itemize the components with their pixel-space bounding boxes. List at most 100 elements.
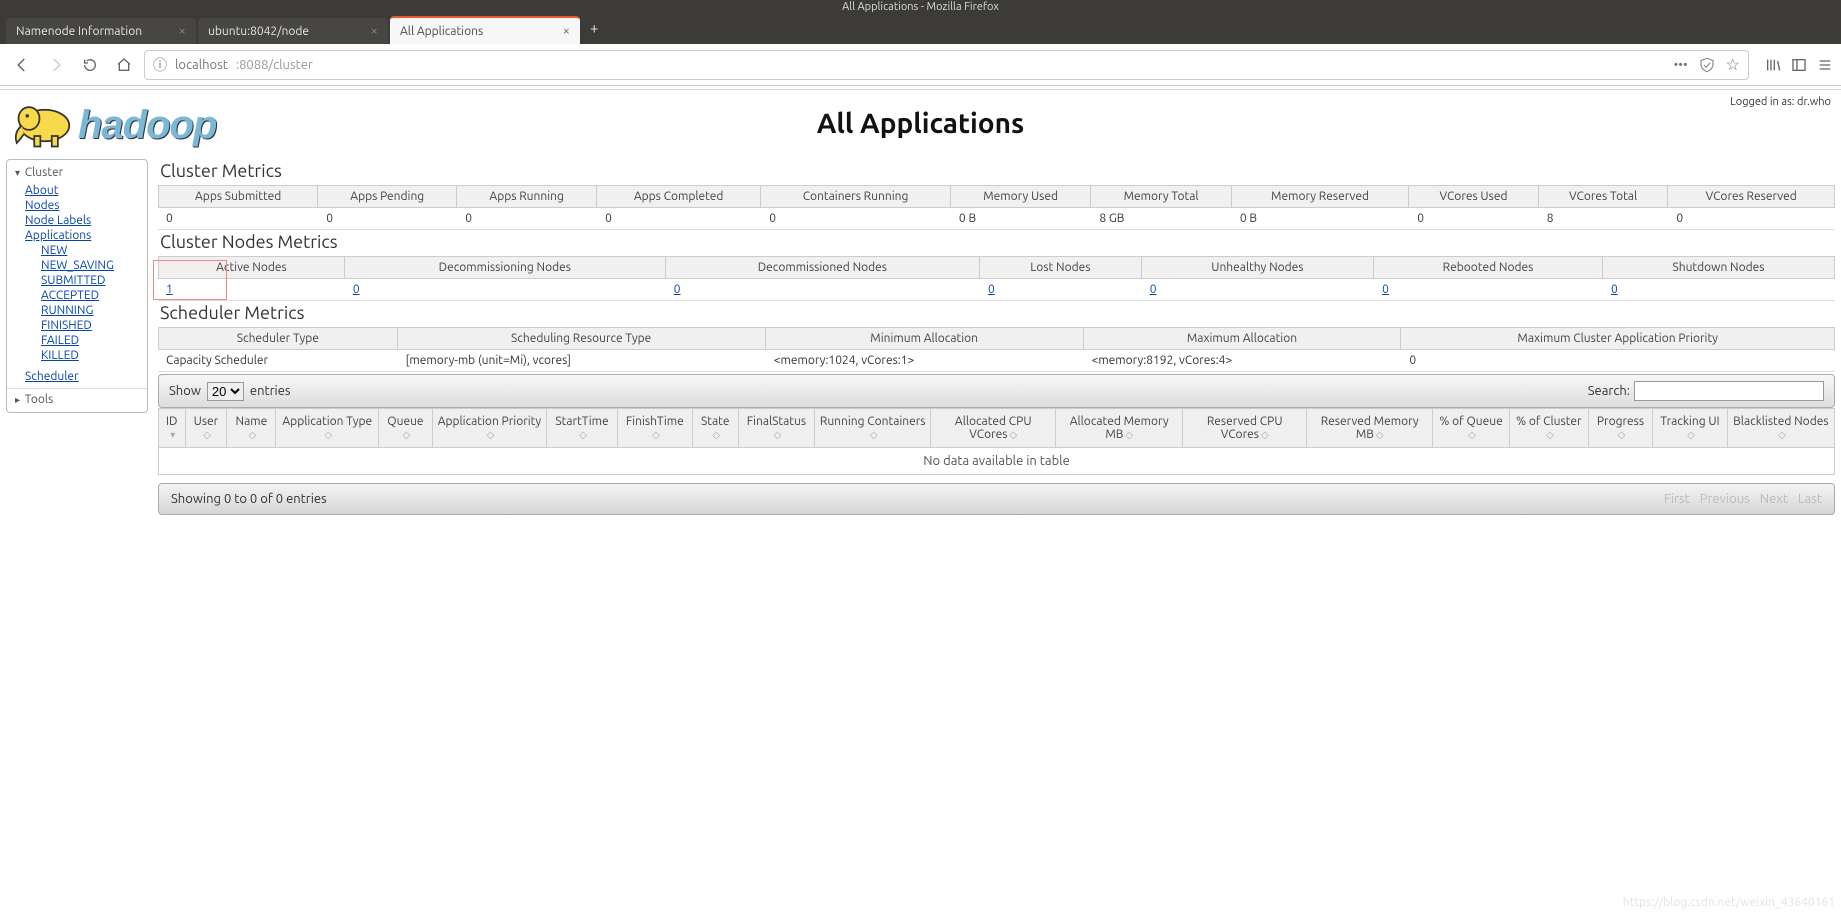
sort-icon: ◇ xyxy=(1618,431,1626,439)
close-icon[interactable]: × xyxy=(563,24,570,38)
site-info-icon[interactable]: ⓘ xyxy=(153,55,167,75)
sort-icon: ◇ xyxy=(1546,431,1554,439)
main-content: Cluster Metrics Apps Submitted Apps Pend… xyxy=(158,159,1835,515)
col-finishtime[interactable]: FinishTime◇ xyxy=(617,409,692,448)
home-icon xyxy=(116,57,132,73)
sidebar-state-submitted[interactable]: SUBMITTED xyxy=(41,273,147,288)
sidebar-link-nodes[interactable]: Nodes xyxy=(25,198,147,213)
col-state[interactable]: State◇ xyxy=(692,409,738,448)
col-app-type[interactable]: Application Type◇ xyxy=(276,409,379,448)
page-length-select[interactable]: 20 xyxy=(207,382,244,401)
library-icon[interactable] xyxy=(1765,57,1781,73)
pager-next[interactable]: Next xyxy=(1760,492,1788,506)
browser-tab-namenode[interactable]: Namenode Information × xyxy=(6,18,196,44)
sidebar-state-running[interactable]: RUNNING xyxy=(41,303,147,318)
window-title: All Applications - Mozilla Firefox xyxy=(842,1,999,13)
col-blacklisted[interactable]: Blacklisted Nodes◇ xyxy=(1727,409,1834,448)
browser-tab-nodemanager[interactable]: ubuntu:8042/node × xyxy=(198,18,388,44)
col-header: Apps Running xyxy=(457,185,597,208)
table-info: Showing 0 to 0 of 0 entries xyxy=(171,492,327,506)
col-running-containers[interactable]: Running Containers◇ xyxy=(815,409,931,448)
cluster-metrics-table: Apps Submitted Apps Pending Apps Running… xyxy=(158,185,1835,230)
pager-last[interactable]: Last xyxy=(1798,492,1822,506)
col-header: Active Nodes xyxy=(158,256,345,279)
forward-button[interactable] xyxy=(42,51,70,79)
lost-nodes-link[interactable]: 0 xyxy=(988,283,995,296)
sidebar-section-label: Tools xyxy=(25,393,54,406)
active-nodes-link[interactable]: 1 xyxy=(166,283,173,296)
col-name[interactable]: Name◇ xyxy=(227,409,276,448)
bookmark-star-icon[interactable]: ☆ xyxy=(1726,55,1740,74)
shield-check-icon[interactable] xyxy=(1698,56,1716,74)
cell: Capacity Scheduler xyxy=(158,350,398,372)
sidebar-link-applications[interactable]: Applications xyxy=(25,228,147,243)
url-bar[interactable]: ⓘ localhost:8088/cluster ••• ☆ xyxy=(144,50,1749,80)
sidebar-section-cluster[interactable]: ▾ Cluster xyxy=(7,162,147,183)
cluster-metrics-title: Cluster Metrics xyxy=(160,161,1835,181)
col-id[interactable]: ID▾ xyxy=(159,409,186,448)
sidebar-icon[interactable] xyxy=(1791,57,1807,73)
back-button[interactable] xyxy=(8,51,36,79)
sidebar-state-new[interactable]: NEW xyxy=(41,243,147,258)
col-header: Maximum Cluster Application Priority xyxy=(1401,327,1835,350)
col-alloc-cpu[interactable]: Allocated CPU VCores◇ xyxy=(931,409,1056,448)
sort-icon: ◇ xyxy=(1376,431,1384,439)
sidebar-state-finished[interactable]: FINISHED xyxy=(41,318,147,333)
table-header-row: Scheduler Type Scheduling Resource Type … xyxy=(158,327,1835,350)
sidebar-state-failed[interactable]: FAILED xyxy=(41,333,147,348)
close-icon[interactable]: × xyxy=(371,24,378,38)
hamburger-menu-icon[interactable] xyxy=(1817,57,1833,73)
shutdown-nodes-link[interactable]: 0 xyxy=(1611,283,1618,296)
col-progress[interactable]: Progress◇ xyxy=(1588,409,1652,448)
table-row: 0 0 0 0 0 0 B 8 GB 0 B 0 8 0 xyxy=(158,208,1835,230)
sort-icon: ◇ xyxy=(1261,431,1269,439)
sidebar-section-label: Cluster xyxy=(25,166,63,179)
sort-icon: ◇ xyxy=(1468,431,1476,439)
col-queue[interactable]: Queue◇ xyxy=(379,409,433,448)
cell: 0 xyxy=(457,208,597,230)
sidebar-section-tools[interactable]: ▸ Tools xyxy=(7,388,147,410)
decommissioning-nodes-link[interactable]: 0 xyxy=(353,283,360,296)
search-input[interactable] xyxy=(1634,381,1824,401)
col-alloc-mem[interactable]: Allocated Memory MB◇ xyxy=(1056,409,1183,448)
col-finalstatus[interactable]: FinalStatus◇ xyxy=(738,409,815,448)
col-header: Rebooted Nodes xyxy=(1374,256,1603,279)
col-reserved-cpu[interactable]: Reserved CPU VCores◇ xyxy=(1183,409,1307,448)
close-icon[interactable]: × xyxy=(179,24,186,38)
browser-tab-all-applications[interactable]: All Applications × xyxy=(390,16,580,44)
tab-label: All Applications xyxy=(400,25,483,38)
col-reserved-mem[interactable]: Reserved Memory MB◇ xyxy=(1307,409,1433,448)
rebooted-nodes-link[interactable]: 0 xyxy=(1382,283,1389,296)
pager-previous[interactable]: Previous xyxy=(1700,492,1750,506)
col-tracking-ui[interactable]: Tracking UI◇ xyxy=(1653,409,1728,448)
cell: 8 xyxy=(1539,208,1669,230)
sort-icon: ▾ xyxy=(170,431,175,439)
sidebar-link-node-labels[interactable]: Node Labels xyxy=(25,213,147,228)
sidebar-state-killed[interactable]: KILLED xyxy=(41,348,147,363)
col-pct-cluster[interactable]: % of Cluster◇ xyxy=(1509,409,1588,448)
watermark-text: https://blog.csdn.net/weixin_43640161 xyxy=(1623,896,1835,909)
reload-button[interactable] xyxy=(76,51,104,79)
col-user[interactable]: User◇ xyxy=(185,409,227,448)
sidebar-link-about[interactable]: About xyxy=(25,183,147,198)
page-actions-icon[interactable]: ••• xyxy=(1674,58,1688,72)
cell: <memory:8192, vCores:4> xyxy=(1084,350,1402,372)
col-header: Shutdown Nodes xyxy=(1603,256,1835,279)
col-app-priority[interactable]: Application Priority◇ xyxy=(432,409,547,448)
decommissioned-nodes-link[interactable]: 0 xyxy=(674,283,681,296)
login-status: Logged in as: dr.who xyxy=(1730,96,1831,108)
hadoop-wordmark: hadoop xyxy=(78,103,216,148)
col-starttime[interactable]: StartTime◇ xyxy=(547,409,618,448)
col-header: Apps Pending xyxy=(318,185,457,208)
sidebar-state-new-saving[interactable]: NEW_SAVING xyxy=(41,258,147,273)
sidebar-link-scheduler[interactable]: Scheduler xyxy=(25,369,147,384)
pager-first[interactable]: First xyxy=(1664,492,1690,506)
home-button[interactable] xyxy=(110,51,138,79)
new-tab-button[interactable]: + xyxy=(582,19,606,36)
sidebar-state-accepted[interactable]: ACCEPTED xyxy=(41,288,147,303)
sort-icon: ◇ xyxy=(579,431,587,439)
no-data-message: No data available in table xyxy=(159,448,1835,475)
elephant-icon xyxy=(8,98,78,153)
unhealthy-nodes-link[interactable]: 0 xyxy=(1150,283,1157,296)
col-pct-queue[interactable]: % of Queue◇ xyxy=(1433,409,1510,448)
